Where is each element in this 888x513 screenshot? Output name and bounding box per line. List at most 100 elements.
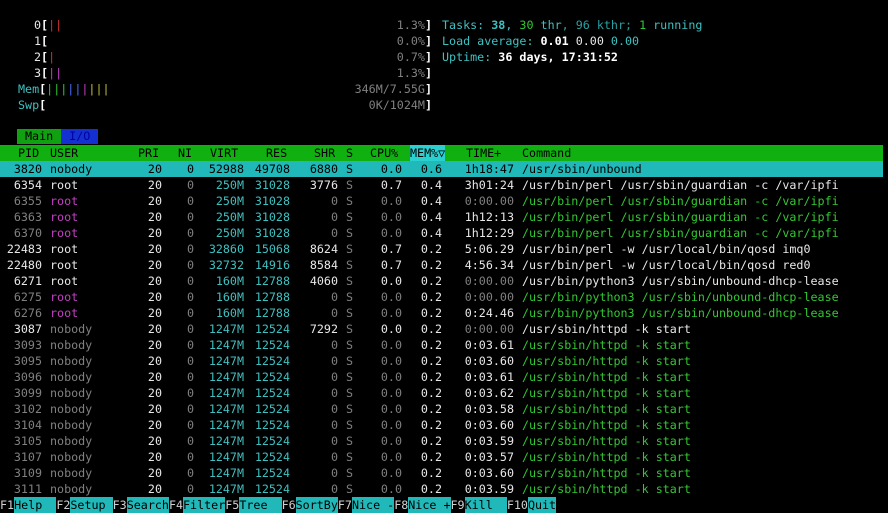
cell-time: 5:06.29 [464,242,514,256]
cell-pri: 20 [147,434,162,448]
fkey-label[interactable]: SortBy [295,497,338,513]
fkey-label[interactable]: Help [14,497,57,513]
table-row[interactable]: 22480 root 20 0 32732 14916 8584 S 0.7 0.2 4:56.34… [0,257,883,273]
col-res[interactable]: RES [266,145,287,161]
fkey-f9[interactable]: F9 [451,498,465,512]
table-row[interactable]: 3104 nobody 20 0 1247M 12524 0 S 0.0 0.2 0:03.60/u… [0,417,883,433]
col-time[interactable]: TIME+ [466,145,501,161]
fkey-f5[interactable]: F5 [225,498,239,512]
tab-io[interactable]: I/O [61,129,99,144]
cell-res: 12524 [254,338,290,352]
load-5min: 0.00 [575,34,604,48]
cell-pri: 20 [147,242,162,256]
col-command[interactable]: Command [522,145,571,161]
cell-time: 0:03.61 [464,370,514,384]
cell-pri: 20 [147,162,162,176]
fkey-f4[interactable]: F4 [169,498,183,512]
table-row[interactable]: 6370 root 20 0 250M 31028 0 S 0.0 0.4 1h12:29/usr/… [0,225,883,241]
cell-ni: 0 [186,434,194,448]
cell-virt: 160M [215,274,244,288]
fkey-f3[interactable]: F3 [113,498,127,512]
load-average: Load average: 0.01 0.00 0.00 [442,34,640,48]
cell-cpu: 0.0 [380,466,402,480]
table-row[interactable]: 3093 nobody 20 0 1247M 12524 0 S 0.0 0.2 0:03.61/u… [0,337,883,353]
table-row[interactable]: 6355 root 20 0 250M 31028 0 S 0.0 0.4 0:00.00/usr/… [0,193,883,209]
cpu1-value: 0.0%] [396,34,432,48]
fkey-f1[interactable]: F1 [0,498,14,512]
table-row[interactable]: 6276 root 20 0 160M 12788 0 S 0.0 0.2 0:24.46/usr/… [0,305,883,321]
col-cpu[interactable]: CPU% [370,145,398,161]
table-row[interactable]: 6271 root 20 0 160M 12788 4060 S 0.0 0.2 0:00.00/u… [0,273,883,289]
fkey-f7[interactable]: F7 [338,498,352,512]
col-pid[interactable]: PID [18,145,39,161]
process-list[interactable]: 3820 nobody 20 0 52988 49708 6880 S 0.0 0.6 1h18:4… [0,161,883,497]
cell-mem: 0.2 [420,466,442,480]
cell-mem: 0.2 [420,402,442,416]
cell-pri: 20 [147,274,162,288]
fkey-label[interactable]: Quit [527,497,557,513]
cpu3-meter: 3[|| [34,66,63,80]
cell-pid: 6276 [13,306,42,320]
table-row[interactable]: 3820 nobody 20 0 52988 49708 6880 S 0.0 0.6 1h18:4… [0,161,883,177]
col-mem[interactable]: MEM%▽ [410,145,446,161]
table-row[interactable]: 6354 root 20 0 250M 31028 3776 S 0.7 0.4 3h01:24/u… [0,177,883,193]
table-row[interactable]: 3095 nobody 20 0 1247M 12524 0 S 0.0 0.2 0:03.60/u… [0,353,883,369]
fkey-label[interactable]: Tree [239,497,282,513]
cell-pri: 20 [147,306,162,320]
table-row[interactable]: 6363 root 20 0 250M 31028 0 S 0.0 0.4 1h12:13/usr/… [0,209,883,225]
col-shr[interactable]: SHR [314,145,335,161]
cell-pri: 20 [147,226,162,240]
table-row[interactable]: 3099 nobody 20 0 1247M 12524 0 S 0.0 0.2 0:03.62/u… [0,385,883,401]
cell-cpu: 0.0 [380,306,402,320]
cell-res: 12524 [254,322,290,336]
fkey-f6[interactable]: F6 [282,498,296,512]
cell-cpu: 0.0 [380,450,402,464]
col-user[interactable]: USER [50,145,78,161]
table-row[interactable]: 3105 nobody 20 0 1247M 12524 0 S 0.0 0.2 0:03.59/u… [0,433,883,449]
kthread-count: , 96 kthr; [561,18,640,32]
fkey-label[interactable]: Search [126,497,169,513]
table-row[interactable]: 3109 nobody 20 0 1247M 12524 0 S 0.0 0.2 0:03.60/u… [0,465,883,481]
cell-ni: 0 [186,354,194,368]
function-key-bar: F1Help F2Setup F3SearchF4FilterF5Tree F6… [0,497,888,513]
cell-ni: 0 [186,450,194,464]
cell-s: S [346,226,354,240]
cell-command: /usr/sbin/httpd -k start [522,402,691,416]
table-row[interactable]: 3087 nobody 20 0 1247M 12524 7292 S 0.0 0.2 0:00.0… [0,321,883,337]
table-row[interactable]: 3102 nobody 20 0 1247M 12524 0 S 0.0 0.2 0:03.58/u… [0,401,883,417]
cell-ni: 0 [186,242,194,256]
cell-ni: 0 [186,274,194,288]
col-pri[interactable]: PRI [138,145,159,161]
col-ni[interactable]: NI [178,145,192,161]
mem-label: Mem [18,82,40,96]
table-row[interactable]: 22483 root 20 0 32860 15068 8624 S 0.7 0.2 5:06.29… [0,241,883,257]
table-row[interactable]: 3107 nobody 20 0 1247M 12524 0 S 0.0 0.2 0:03.57/u… [0,449,883,465]
cell-time: 4:56.34 [464,258,514,272]
col-virt[interactable]: VIRT [210,145,238,161]
cell-command: /usr/sbin/httpd -k start [522,466,691,480]
fkey-label[interactable]: Setup [70,497,113,513]
fkey-label[interactable]: Nice + [408,497,451,513]
tab-main[interactable]: Main [17,129,62,144]
tab-bar: Main I/O [17,129,99,144]
fkey-f2[interactable]: F2 [56,498,70,512]
fkey-f10[interactable]: F10 [507,498,528,512]
fkey-f8[interactable]: F8 [394,498,408,512]
cell-shr: 8624 [309,242,338,256]
cell-command: /usr/bin/perl -w /usr/local/bin/qosd imq… [522,242,811,256]
col-s[interactable]: S [346,145,353,161]
fkey-label[interactable]: Filter [183,497,226,513]
cpu2-value: 0.7%] [396,50,432,64]
cell-ni: 0 [186,418,194,432]
fkey-label[interactable]: Nice - [351,497,395,513]
cell-cpu: 0.0 [380,162,402,176]
table-row[interactable]: 3096 nobody 20 0 1247M 12524 0 S 0.0 0.2 0:03.61/u… [0,369,883,385]
column-header: PID USER PRI NI VIRT RES SHR S CPU% MEM%▽ TIME+ Com… [0,145,883,161]
cell-pri: 20 [147,354,162,368]
cell-s: S [346,354,354,368]
cell-mem: 0.2 [420,242,442,256]
fkey-label[interactable]: Kill [464,497,507,513]
cell-cpu: 0.0 [380,482,402,496]
table-row[interactable]: 3111 nobody 20 0 1247M 12524 0 S 0.0 0.2 0:03.59/u… [0,481,883,497]
table-row[interactable]: 6275 root 20 0 160M 12788 0 S 0.0 0.2 0:00.00/usr/… [0,289,883,305]
